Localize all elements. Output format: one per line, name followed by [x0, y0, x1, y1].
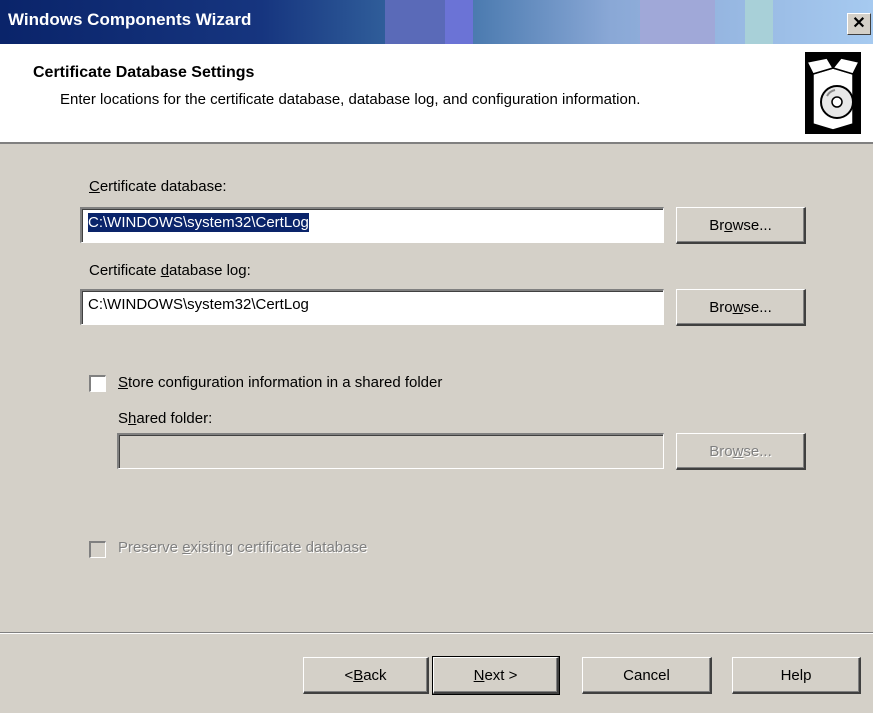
certificate-database-input[interactable]: C:\WINDOWS\system32\CertLog [80, 207, 664, 243]
browse-database-button[interactable]: Br o wse... [676, 207, 806, 244]
close-button[interactable]: ✕ [847, 13, 871, 35]
certificate-database-log-value: C:\WINDOWS\system32\CertLog [88, 296, 309, 313]
preserve-database-label[interactable]: Preserve existing certificate database [118, 539, 367, 556]
certificate-database-label: Certificate database: [89, 178, 227, 195]
help-button[interactable]: Help [732, 657, 861, 694]
page-title: Certificate Database Settings [33, 64, 255, 81]
certificate-database-value: C:\WINDOWS\system32\CertLog [88, 213, 309, 232]
shared-folder-checkbox-label[interactable]: Store configuration information in a sha… [118, 374, 442, 391]
shared-folder-checkbox[interactable] [89, 375, 106, 392]
footer-separator [0, 632, 873, 634]
title-bar-band [745, 0, 773, 44]
page-description: Enter locations for the certificate data… [60, 91, 641, 108]
browse-log-button[interactable]: Bro w se... [676, 289, 806, 326]
next-button[interactable]: Next > [432, 656, 560, 695]
back-button[interactable]: < Back [303, 657, 429, 694]
title-bar-band [385, 0, 445, 44]
shared-folder-input[interactable] [117, 433, 664, 469]
window-title: Windows Components Wizard [8, 10, 252, 29]
browse-shared-folder-button[interactable]: Bro w se... [676, 433, 806, 470]
preserve-database-checkbox[interactable] [89, 541, 106, 558]
certificate-database-log-input[interactable]: C:\WINDOWS\system32\CertLog [80, 289, 664, 325]
cd-box-icon [805, 52, 861, 134]
title-bar[interactable]: Windows Components Wizard ✕ [0, 0, 873, 44]
shared-folder-label: Shared folder: [118, 410, 213, 427]
title-bar-band [445, 0, 473, 44]
wizard-header: Certificate Database Settings Enter loca… [0, 44, 873, 144]
title-bar-band [640, 0, 715, 44]
cancel-button[interactable]: Cancel [582, 657, 712, 694]
certificate-database-log-label: Certificate database log: [89, 262, 251, 279]
close-icon: ✕ [852, 15, 866, 32]
